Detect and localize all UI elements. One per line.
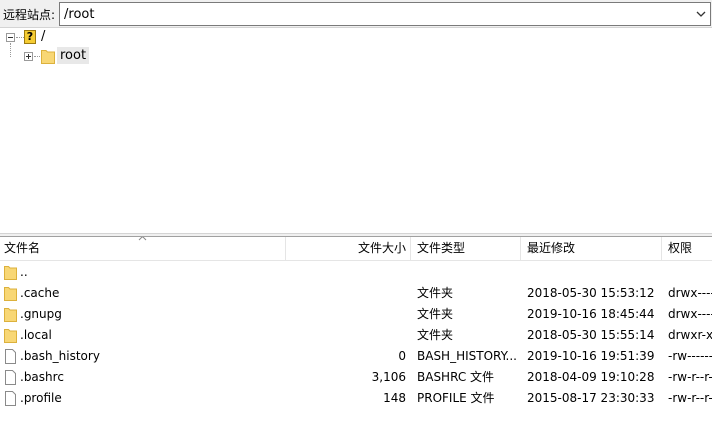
file-size-cell	[286, 283, 406, 304]
file-name-cell[interactable]: .bash_history	[20, 346, 280, 367]
file-name-cell[interactable]: .profile	[20, 388, 280, 409]
file-row[interactable]: .gnupg 文件夹 2019-10-16 18:45:44 drwx------	[0, 304, 712, 325]
file-row[interactable]: .bash_history 0 BASH_HISTORY... 2019-10-16 …	[0, 346, 712, 367]
column-header-filesize-label: 文件大小	[357, 241, 406, 255]
file-size-cell	[286, 304, 406, 325]
file-size-cell: 0	[398, 349, 406, 363]
file-type-cell: 文件夹	[417, 328, 454, 342]
file-permissions-cell: drwx------	[668, 307, 712, 321]
file-modified-cell	[527, 262, 660, 283]
tree-node-root-label[interactable]: /	[41, 29, 45, 44]
file-modified-cell: 2019-10-16 18:45:44	[527, 307, 655, 321]
file-modified-cell: 2015-08-17 23:30:33	[527, 391, 655, 405]
sort-ascending-icon	[138, 237, 147, 241]
file-icon	[5, 370, 16, 385]
column-header-permissions-label: 权限	[668, 241, 693, 255]
file-name-cell[interactable]: .local	[20, 325, 280, 346]
file-size-cell: 148	[383, 391, 406, 405]
remote-path-value[interactable]: /root	[64, 7, 94, 22]
column-header-modified[interactable]: 最近修改	[521, 237, 662, 261]
remote-path-combobox[interactable]: /root	[59, 2, 711, 26]
file-name-cell[interactable]: .gnupg	[20, 304, 280, 325]
file-permissions-cell: drwxr-xr-x	[668, 328, 712, 342]
file-icon	[5, 349, 16, 364]
column-header-filename-label: 文件名	[4, 241, 41, 255]
tree-connector	[10, 43, 11, 57]
column-header-permissions[interactable]: 权限	[662, 237, 712, 261]
file-row[interactable]: .cache 文件夹 2018-05-30 15:53:12 drwx------	[0, 283, 712, 304]
file-modified-cell: 2018-05-30 15:53:12	[527, 286, 655, 300]
file-name-cell[interactable]: .cache	[20, 283, 280, 304]
question-folder-icon: ?	[24, 30, 36, 44]
file-permissions-cell: -rw-r--r--	[668, 391, 712, 405]
file-modified-cell: 2019-10-16 19:51:39	[527, 349, 655, 363]
expand-toggle-icon[interactable]	[24, 52, 33, 61]
tree-connector	[16, 37, 24, 38]
tree-node-root-folder[interactable]: root	[57, 47, 90, 64]
file-list-header: 文件名 文件大小 文件类型 最近修改 权限	[0, 237, 712, 261]
folder-icon	[4, 287, 17, 301]
file-permissions-cell: -rw-------	[668, 349, 712, 363]
column-header-filetype-label: 文件类型	[417, 241, 466, 255]
remote-file-list[interactable]: 文件名 文件大小 文件类型 最近修改 权限 .. .cache 文件夹 2018-05…	[0, 237, 712, 430]
remote-site-label: 远程站点:	[3, 8, 56, 22]
file-type-cell: BASHRC 文件	[417, 370, 495, 384]
file-type-cell: 文件夹	[417, 307, 454, 321]
file-permissions-cell: -rw-r--r--	[668, 370, 712, 384]
folder-icon	[4, 329, 17, 343]
file-permissions-cell	[668, 262, 712, 283]
file-row[interactable]: .local 文件夹 2018-05-30 15:55:14 drwxr-xr-x	[0, 325, 712, 346]
file-name-cell[interactable]: ..	[20, 262, 280, 283]
tree-connector	[34, 56, 40, 57]
file-type-cell: PROFILE 文件	[417, 391, 495, 405]
file-type-cell: BASH_HISTORY...	[417, 349, 517, 363]
file-permissions-cell: drwx------	[668, 286, 712, 300]
chevron-down-icon[interactable]	[695, 8, 707, 20]
collapse-toggle-icon[interactable]	[6, 33, 15, 42]
file-size-cell	[286, 262, 406, 283]
column-header-filetype[interactable]: 文件类型	[411, 237, 521, 261]
file-modified-cell: 2018-04-09 19:10:28	[527, 370, 655, 384]
column-header-filesize[interactable]: 文件大小	[286, 237, 411, 261]
file-icon	[5, 391, 16, 406]
file-size-cell	[286, 325, 406, 346]
folder-icon	[4, 308, 17, 322]
remote-directory-tree[interactable]: ? / root	[0, 28, 712, 233]
file-row[interactable]: .bashrc 3,106 BASHRC 文件 2018-04-09 19:10:28…	[0, 367, 712, 388]
file-modified-cell: 2018-05-30 15:55:14	[527, 328, 655, 342]
file-type-cell	[417, 262, 519, 283]
column-header-modified-label: 最近修改	[527, 241, 576, 255]
file-row[interactable]: ..	[0, 262, 712, 283]
remote-site-bar: 远程站点: /root	[0, 0, 712, 28]
file-size-cell: 3,106	[371, 370, 406, 384]
file-type-cell: 文件夹	[417, 286, 454, 300]
folder-icon	[4, 266, 17, 280]
folder-icon	[41, 50, 55, 64]
file-row[interactable]: .profile 148 PROFILE 文件 2015-08-17 23:30:33…	[0, 388, 712, 409]
file-name-cell[interactable]: .bashrc	[20, 367, 280, 388]
